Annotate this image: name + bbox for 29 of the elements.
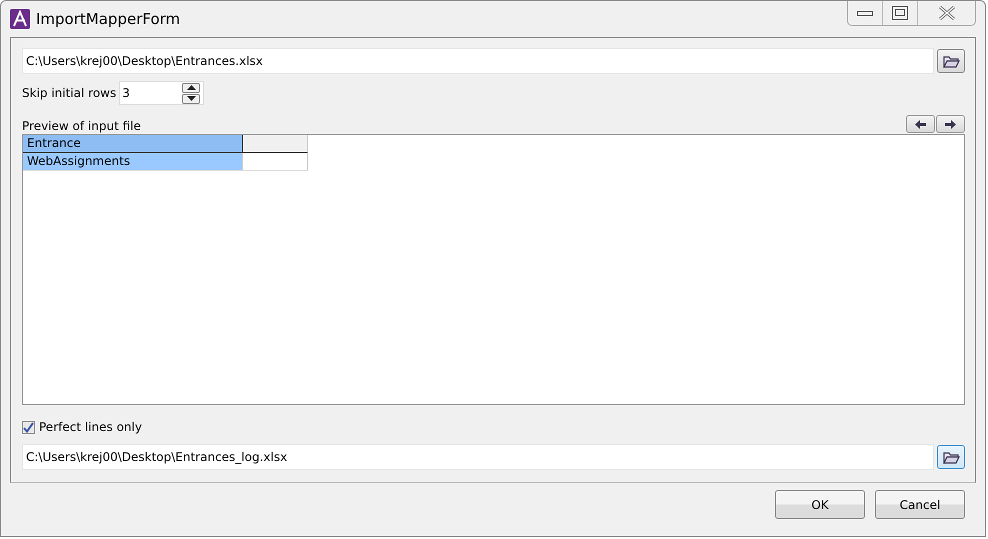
app-logo-icon: [10, 9, 30, 29]
browse-button[interactable]: [937, 49, 965, 73]
checkbox-label: Perfect lines only: [39, 420, 142, 434]
browse-button[interactable]: [937, 445, 965, 469]
close-icon: [938, 6, 956, 20]
file-path-field[interactable]: C:\Users\krej00\Desktop\Entrances.xlsx: [22, 48, 934, 74]
skip-rows-label: Skip initial rows: [22, 86, 116, 100]
checkbox[interactable]: [22, 420, 35, 434]
left-arrow-icon: [915, 120, 926, 128]
table-cell: [243, 135, 308, 153]
spin-up-button[interactable]: [182, 82, 200, 92]
table-cell: Entrance: [23, 135, 243, 153]
dialog-button[interactable]: Cancel: [875, 490, 965, 519]
table-cell: [243, 153, 308, 171]
preview-label: Preview of input file: [22, 119, 141, 133]
checkmark-icon: [23, 422, 34, 432]
scroll-left-button[interactable]: [906, 115, 935, 133]
scroll-right-button[interactable]: [936, 115, 965, 133]
right-arrow-icon: [945, 120, 956, 128]
window-title: ImportMapperForm: [36, 10, 180, 28]
minimize-icon: [857, 9, 873, 17]
up-arrow-icon: [186, 85, 196, 90]
file-path-field[interactable]: C:\Users\krej00\Desktop\Entrances_log.xlsx: [22, 444, 934, 470]
table-cell: WebAssignments: [23, 153, 243, 171]
maximize-icon: [892, 6, 908, 20]
skip-rows-spinner[interactable]: 3: [119, 81, 204, 105]
down-arrow-icon: [186, 96, 196, 101]
dialog-button[interactable]: OK: [775, 490, 865, 519]
spin-down-button[interactable]: [182, 94, 200, 104]
